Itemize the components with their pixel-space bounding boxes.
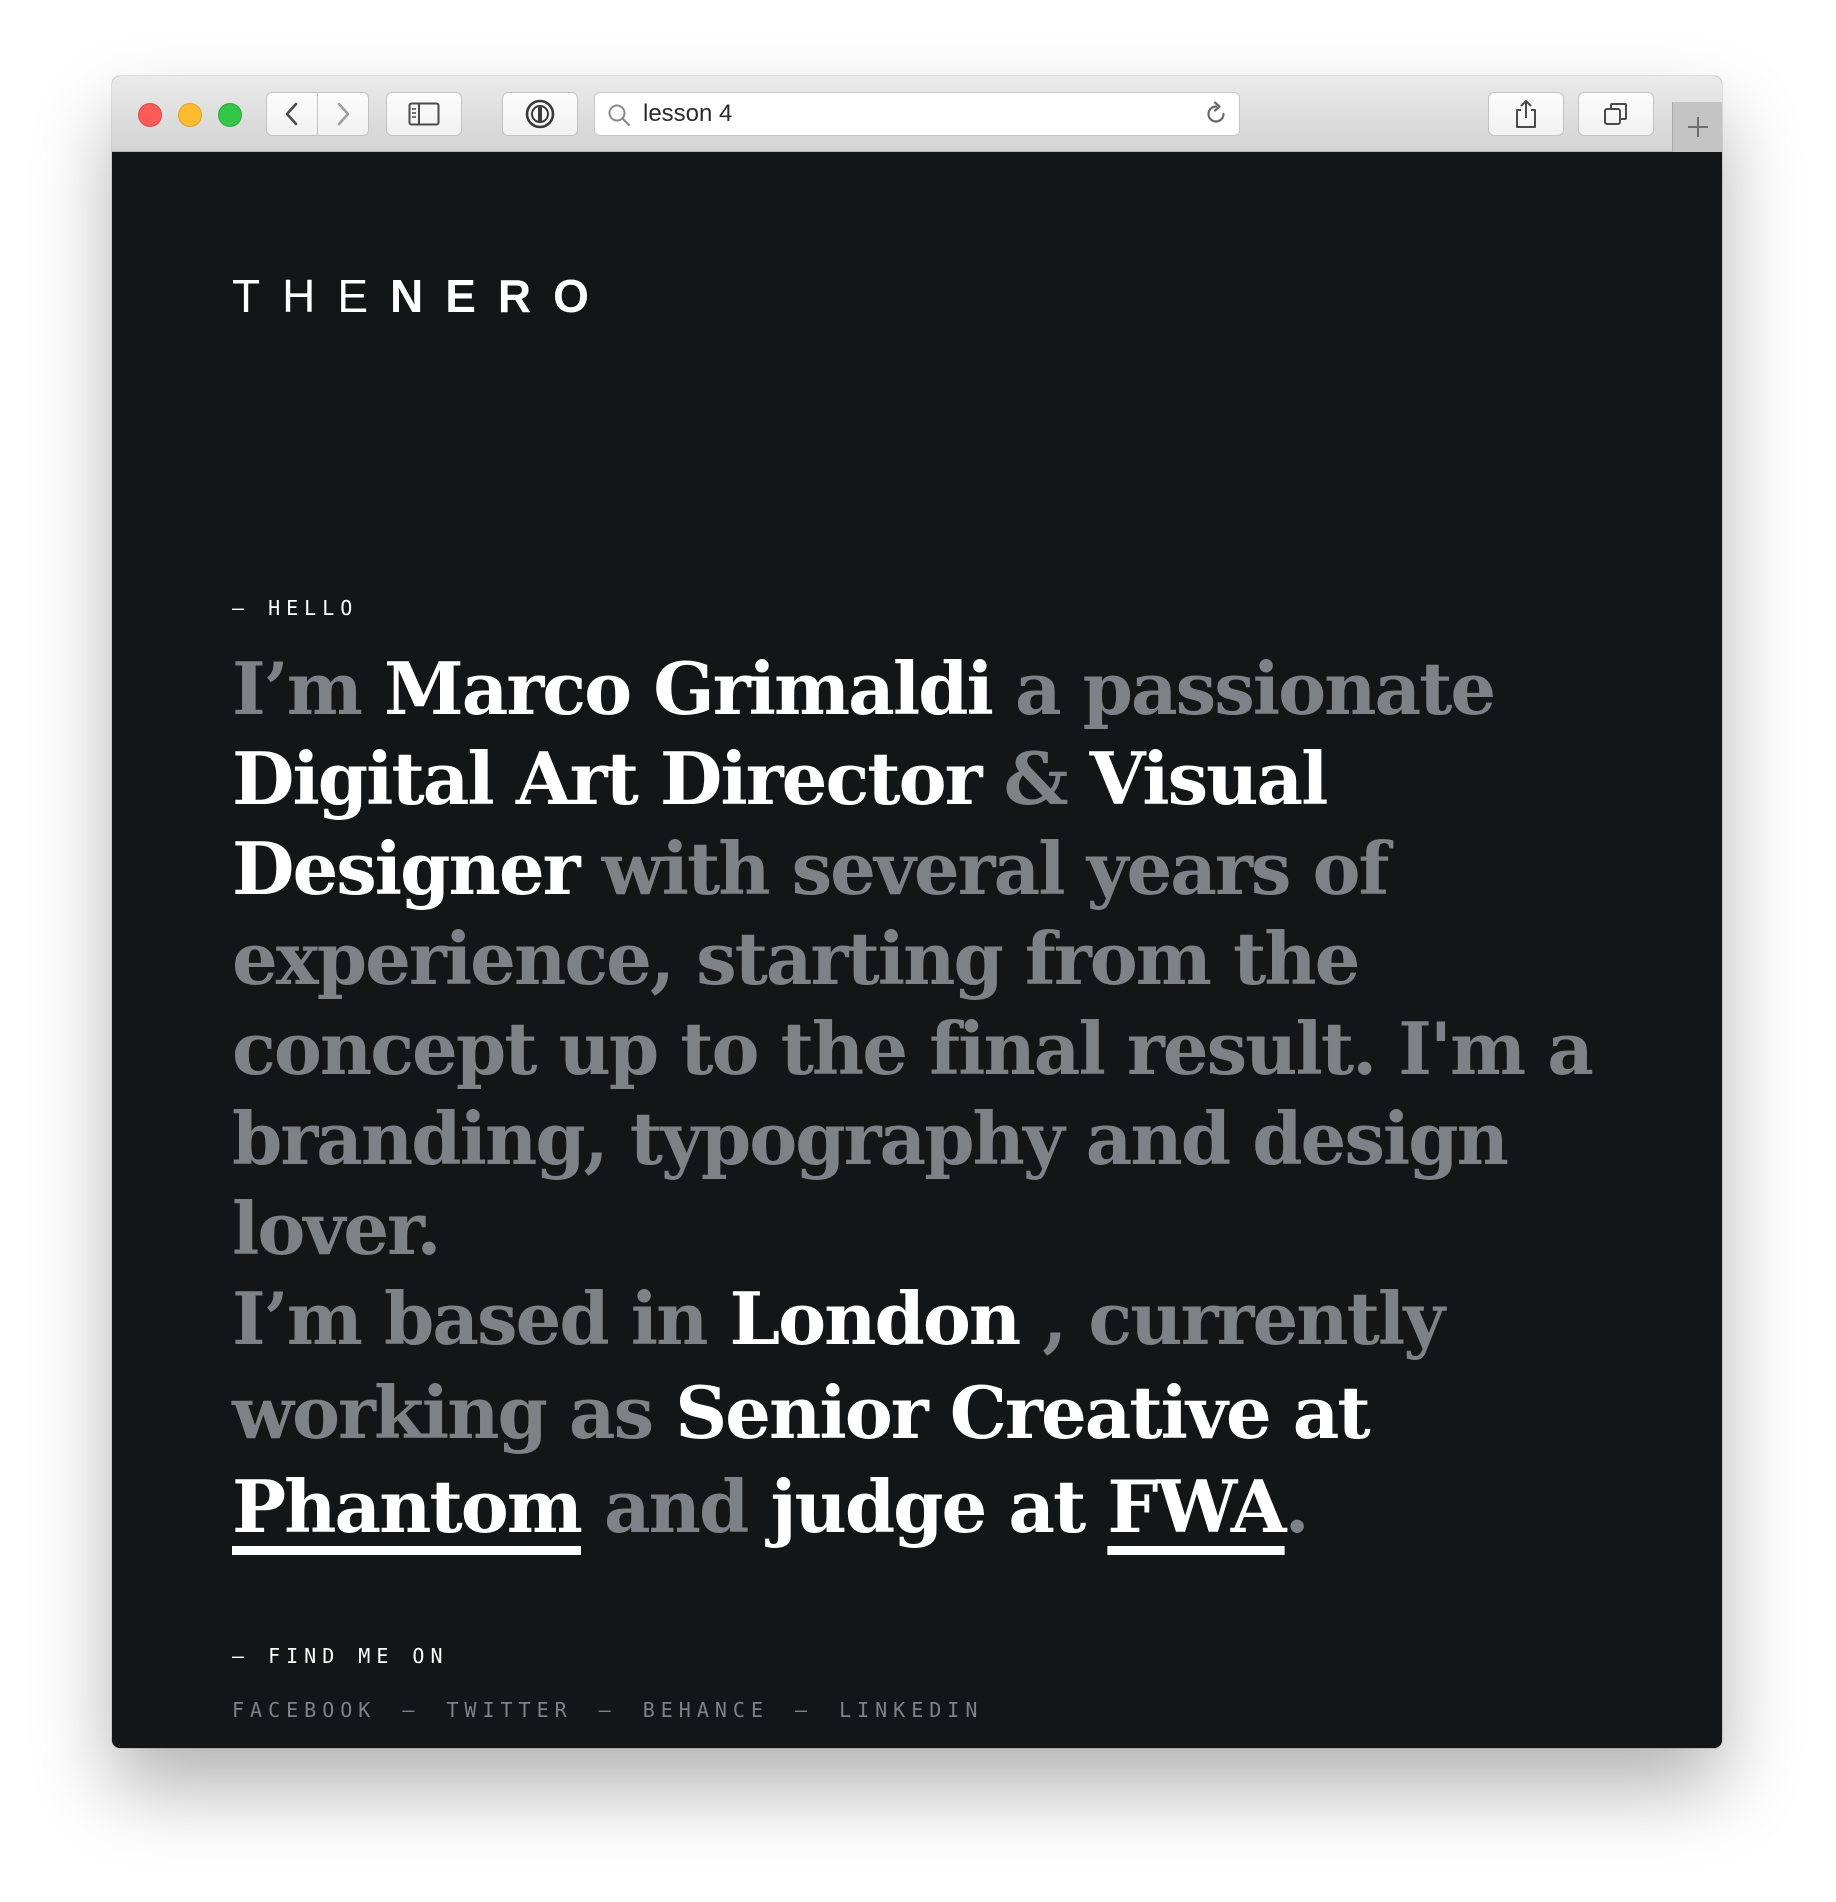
- bio-name: Marco Grimaldi: [384, 646, 994, 731]
- share-button[interactable]: [1488, 92, 1564, 136]
- close-window-button[interactable]: [138, 103, 162, 127]
- chevron-right-icon: [337, 102, 350, 126]
- find-me-label: — FIND ME ON: [232, 1644, 449, 1668]
- new-tab-button[interactable]: [1672, 102, 1722, 152]
- back-button[interactable]: [266, 92, 318, 136]
- bio-text: I’m based in: [232, 1276, 730, 1361]
- bio-city: London: [729, 1276, 1022, 1361]
- page-content: THENERO — HELLO I’m Marco Grimaldi a pas…: [112, 152, 1722, 1748]
- bio-text: I’m: [232, 646, 384, 731]
- password-manager-icon: [525, 99, 555, 129]
- browser-toolbar: lesson 4: [112, 76, 1722, 152]
- bio-text: &: [980, 736, 1090, 821]
- social-separator: —: [598, 1698, 617, 1722]
- site-logo[interactable]: THENERO: [232, 271, 611, 321]
- bio-role: Digital Art Director: [232, 736, 983, 821]
- address-text: lesson 4: [643, 100, 733, 127]
- linkedin-link[interactable]: LINKEDIN: [839, 1698, 983, 1722]
- tab-overview-button[interactable]: [1578, 92, 1654, 136]
- reload-icon[interactable]: [1203, 101, 1229, 127]
- bio-judge: judge at: [770, 1464, 1108, 1549]
- fwa-link[interactable]: FWA: [1107, 1464, 1286, 1549]
- bio-location: I’m based in London , currently working …: [232, 1272, 1652, 1554]
- sidebar-icon: [408, 102, 440, 126]
- phantom-link[interactable]: Phantom: [232, 1464, 583, 1549]
- logo-thin-text: THE: [232, 270, 390, 322]
- address-bar[interactable]: lesson 4: [594, 92, 1240, 136]
- behance-link[interactable]: BEHANCE: [643, 1698, 769, 1722]
- social-separator: —: [795, 1698, 814, 1722]
- facebook-link[interactable]: FACEBOOK: [232, 1698, 376, 1722]
- minimize-window-button[interactable]: [178, 103, 202, 127]
- browser-window: lesson 4 THENERO — HELLO I’m Marco Grima…: [112, 76, 1722, 1748]
- zoom-window-button[interactable]: [218, 103, 242, 127]
- logo-bold-text: NERO: [390, 270, 611, 322]
- bio-text: and: [580, 1464, 771, 1549]
- tabs-icon: [1604, 103, 1627, 125]
- hello-label: — HELLO: [232, 596, 359, 620]
- password-manager-button[interactable]: [502, 92, 578, 136]
- plus-icon: [1687, 117, 1708, 137]
- bio-text: a passionate: [991, 646, 1496, 731]
- search-icon: [608, 104, 631, 127]
- bio-intro: I’m Marco Grimaldi a passionate Digital …: [232, 644, 1652, 1274]
- bio-position: Senior Creative at: [675, 1370, 1370, 1455]
- chevron-left-icon: [285, 102, 298, 126]
- social-links: FACEBOOK — TWITTER — BEHANCE — LINKEDIN: [232, 1698, 983, 1722]
- share-icon: [1516, 100, 1536, 128]
- sidebar-toggle-button[interactable]: [386, 92, 462, 136]
- social-separator: —: [402, 1698, 421, 1722]
- twitter-link[interactable]: TWITTER: [446, 1698, 572, 1722]
- forward-button[interactable]: [317, 92, 369, 136]
- bio-text: .: [1284, 1464, 1310, 1549]
